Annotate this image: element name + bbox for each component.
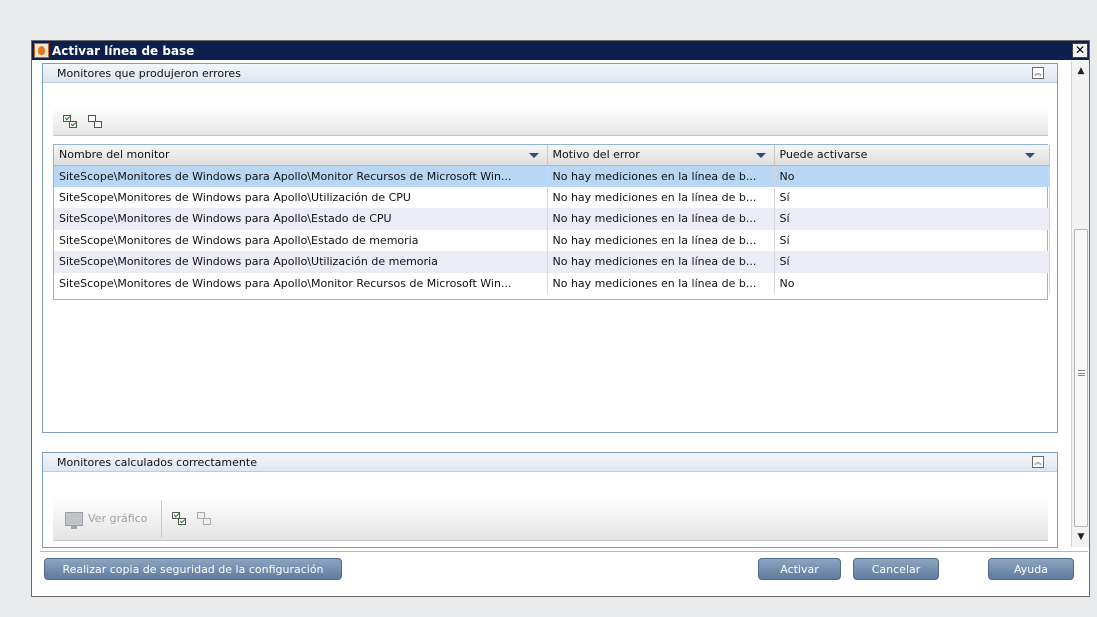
errors-table: Nombre del monitor Motivo del error Pued… xyxy=(53,144,1050,300)
sort-dropdown-icon[interactable] xyxy=(755,153,766,158)
clear-selection-icon[interactable] xyxy=(197,511,213,526)
window-title: Activar línea de base xyxy=(52,43,195,58)
table-row[interactable]: SiteScope\Monitores de Windows para Apol… xyxy=(54,186,1050,208)
cell-error-reason: No hay mediciones en la línea de b... xyxy=(547,208,775,230)
errors-toolbar xyxy=(53,108,1048,136)
java-app-icon xyxy=(34,43,49,58)
sort-dropdown-icon[interactable] xyxy=(1024,153,1035,158)
cell-monitor-name: SiteScope\Monitores de Windows para Apol… xyxy=(54,272,548,294)
cell-monitor-name: SiteScope\Monitores de Windows para Apol… xyxy=(54,229,548,251)
scrollbar-thumb[interactable] xyxy=(1074,229,1088,527)
backup-config-button[interactable]: Realizar copia de seguridad de la config… xyxy=(44,558,342,580)
footer-divider xyxy=(40,551,1088,552)
table-row[interactable]: SiteScope\Monitores de Windows para Apol… xyxy=(54,165,1050,187)
table-row[interactable]: SiteScope\Monitores de Windows para Apol… xyxy=(54,272,1050,294)
cell-can-activate: Sí xyxy=(774,251,1050,273)
errors-panel-header: Monitores que produjeron errores ︽ xyxy=(43,64,1057,83)
activate-baseline-dialog: Activar línea de base ✕ Monitores que pr… xyxy=(31,40,1090,597)
grip-icon xyxy=(1078,370,1085,376)
errors-panel: Monitores que produjeron errores ︽ Nombr… xyxy=(42,63,1058,433)
collapse-errors-button[interactable]: ︽ xyxy=(1032,67,1044,79)
scroll-up-arrow-icon[interactable]: ▲ xyxy=(1073,63,1089,79)
cell-error-reason: No hay mediciones en la línea de b... xyxy=(547,186,775,208)
success-toolbar: Ver gráfico xyxy=(53,497,1048,541)
monitor-icon xyxy=(65,511,83,529)
errors-panel-title: Monitores que produjeron errores xyxy=(57,66,241,80)
cancel-button[interactable]: Cancelar xyxy=(853,558,939,580)
column-header-can-activate[interactable]: Puede activarse xyxy=(774,145,1050,166)
activate-button[interactable]: Activar xyxy=(758,558,841,580)
cell-error-reason: No hay mediciones en la línea de b... xyxy=(547,165,775,187)
success-panel-title: Monitores calculados correctamente xyxy=(57,455,257,469)
sort-dropdown-icon[interactable] xyxy=(528,153,539,158)
success-panel-header: Monitores calculados correctamente ︽ xyxy=(43,453,1057,472)
cell-can-activate: No xyxy=(774,272,1050,294)
table-row[interactable]: SiteScope\Monitores de Windows para Apol… xyxy=(54,229,1050,251)
cell-monitor-name: SiteScope\Monitores de Windows para Apol… xyxy=(54,186,548,208)
scroll-down-arrow-icon[interactable]: ▼ xyxy=(1073,529,1089,545)
cell-error-reason: No hay mediciones en la línea de b... xyxy=(547,229,775,251)
view-chart-button[interactable]: Ver gráfico xyxy=(65,511,147,529)
table-row[interactable]: SiteScope\Monitores de Windows para Apol… xyxy=(54,208,1050,230)
column-header-monitor-name[interactable]: Nombre del monitor xyxy=(54,145,548,166)
cell-error-reason: No hay mediciones en la línea de b... xyxy=(547,272,775,294)
cell-can-activate: Sí xyxy=(774,208,1050,230)
close-button[interactable]: ✕ xyxy=(1072,43,1088,58)
column-header-error-reason[interactable]: Motivo del error xyxy=(547,145,775,166)
help-button[interactable]: Ayuda xyxy=(988,558,1074,580)
cell-monitor-name: SiteScope\Monitores de Windows para Apol… xyxy=(54,165,548,187)
table-header-row: Nombre del monitor Motivo del error Pued… xyxy=(54,145,1050,166)
cell-monitor-name: SiteScope\Monitores de Windows para Apol… xyxy=(54,208,548,230)
cell-monitor-name: SiteScope\Monitores de Windows para Apol… xyxy=(54,251,548,273)
clear-selection-icon[interactable] xyxy=(88,114,104,129)
toolbar-separator xyxy=(161,499,163,538)
select-all-icon[interactable] xyxy=(63,114,79,129)
title-bar[interactable]: Activar línea de base ✕ xyxy=(32,41,1089,60)
select-all-icon[interactable] xyxy=(172,511,188,526)
collapse-success-button[interactable]: ︽ xyxy=(1032,456,1044,468)
table-row[interactable]: SiteScope\Monitores de Windows para Apol… xyxy=(54,251,1050,273)
success-panel: Monitores calculados correctamente ︽ Ver… xyxy=(42,452,1058,548)
cell-can-activate: Sí xyxy=(774,229,1050,251)
cell-can-activate: No xyxy=(774,165,1050,187)
cell-can-activate: Sí xyxy=(774,186,1050,208)
vertical-scrollbar[interactable]: ▲ ▼ xyxy=(1071,61,1089,547)
cell-error-reason: No hay mediciones en la línea de b... xyxy=(547,251,775,273)
